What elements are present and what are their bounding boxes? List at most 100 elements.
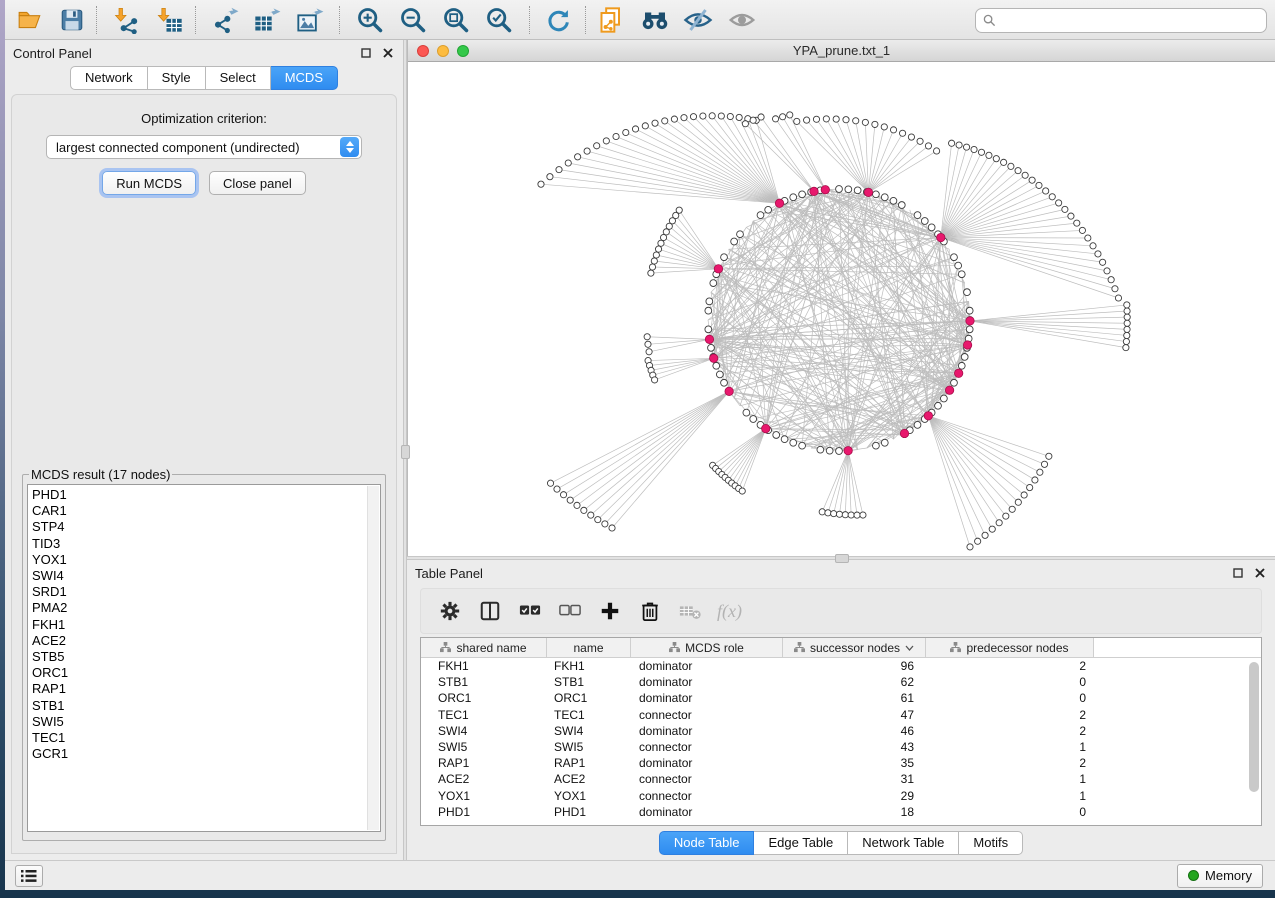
tab-edge-table[interactable]: Edge Table (754, 831, 848, 855)
result-list-scrollbar[interactable] (367, 486, 379, 830)
mcds-result-item[interactable]: FKH1 (32, 617, 380, 633)
graph-node[interactable] (825, 510, 831, 516)
graph-hub-node[interactable] (821, 186, 829, 194)
table-cell[interactable]: ORC1 (421, 691, 547, 705)
graph-node[interactable] (1090, 243, 1096, 249)
graph-node[interactable] (1015, 168, 1021, 174)
table-cell[interactable]: 18 (783, 805, 926, 819)
graph-node[interactable] (773, 432, 780, 439)
graph-node[interactable] (1104, 268, 1110, 274)
graph-node[interactable] (658, 240, 664, 246)
delete-column-button[interactable] (637, 598, 663, 624)
graph-node[interactable] (1056, 200, 1062, 206)
graph-node[interactable] (951, 379, 958, 386)
graph-node[interactable] (1029, 177, 1035, 183)
graph-node[interactable] (538, 181, 544, 187)
table-cell[interactable]: 46 (783, 724, 926, 738)
table-row[interactable]: RAP1RAP1dominator352 (421, 755, 1261, 771)
graph-hub-node[interactable] (945, 386, 953, 394)
graph-node[interactable] (1036, 182, 1042, 188)
show-all-button[interactable] (640, 5, 670, 35)
graph-node[interactable] (986, 152, 992, 158)
graph-node[interactable] (1003, 513, 1009, 519)
graph-node[interactable] (595, 517, 601, 523)
mcds-result-item[interactable]: ORC1 (32, 665, 380, 681)
graph-node[interactable] (588, 512, 594, 518)
graph-node[interactable] (890, 197, 897, 204)
graph-node[interactable] (671, 116, 677, 122)
graph-node[interactable] (823, 116, 829, 122)
vertical-splitter-grip[interactable] (401, 445, 410, 459)
table-cell[interactable]: 0 (926, 675, 1094, 689)
table-cell[interactable]: STB1 (547, 675, 631, 689)
graph-node[interactable] (743, 409, 750, 416)
mcds-result-list[interactable]: PHD1CAR1STP4TID3YOX1SWI4SRD1PMA2FKH1ACE2… (27, 484, 381, 832)
select-all-columns-button[interactable] (517, 598, 543, 624)
zoom-selected-button[interactable] (484, 5, 514, 35)
network-window-titlebar[interactable]: YPA_prune.txt_1 (408, 40, 1275, 62)
graph-node[interactable] (602, 521, 608, 527)
table-cell[interactable]: 62 (783, 675, 926, 689)
graph-node[interactable] (718, 113, 724, 119)
close-panel-button[interactable]: Close panel (209, 171, 306, 195)
table-row[interactable]: ORC1ORC1dominator610 (421, 690, 1261, 706)
float-panel-icon[interactable] (359, 46, 373, 60)
graph-node[interactable] (706, 298, 713, 305)
graph-node[interactable] (853, 118, 859, 124)
table-cell[interactable]: PHD1 (547, 805, 631, 819)
graph-node[interactable] (854, 187, 861, 194)
table-cell[interactable]: dominator (631, 756, 783, 770)
tab-node-table[interactable]: Node Table (659, 831, 755, 855)
memory-button[interactable]: Memory (1177, 864, 1263, 888)
graph-node[interactable] (940, 395, 947, 402)
table-cell[interactable]: RAP1 (547, 756, 631, 770)
mcds-result-item[interactable]: GCR1 (32, 746, 380, 762)
table-cell[interactable]: connector (631, 708, 783, 722)
delete-table-button[interactable] (677, 598, 703, 624)
save-session-button[interactable] (57, 5, 87, 35)
graph-hub-node[interactable] (775, 199, 783, 207)
graph-hub-node[interactable] (864, 188, 872, 196)
table-cell[interactable]: dominator (631, 659, 783, 673)
table-row[interactable]: YOX1YOX1connector291 (421, 788, 1261, 804)
graph-hub-node[interactable] (710, 354, 718, 362)
graph-node[interactable] (1049, 194, 1055, 200)
graph-node[interactable] (581, 507, 587, 513)
graph-node[interactable] (996, 520, 1002, 526)
graph-node[interactable] (890, 127, 896, 133)
table-cell[interactable]: 1 (926, 772, 1094, 786)
column-header-mcds-role[interactable]: MCDS role (631, 638, 783, 658)
graph-node[interactable] (1085, 235, 1091, 241)
table-row[interactable]: PHD1PHD1dominator180 (421, 804, 1261, 820)
open-session-button[interactable] (15, 5, 45, 35)
table-cell[interactable]: SWI4 (547, 724, 631, 738)
graph-node[interactable] (645, 341, 651, 347)
tab-motifs[interactable]: Motifs (959, 831, 1023, 855)
graph-node[interactable] (1009, 506, 1015, 512)
table-cell[interactable]: 0 (926, 805, 1094, 819)
graph-node[interactable] (648, 270, 654, 276)
mcds-result-item[interactable]: YOX1 (32, 552, 380, 568)
table-cell[interactable]: connector (631, 740, 783, 754)
close-table-panel-icon[interactable] (1253, 566, 1267, 580)
table-row[interactable]: SWI5SWI5connector431 (421, 739, 1261, 755)
graph-node[interactable] (710, 280, 717, 287)
graph-node[interactable] (1124, 302, 1130, 308)
function-builder-button[interactable]: f(x) (717, 601, 742, 622)
mcds-result-item[interactable]: CAR1 (32, 503, 380, 519)
table-cell[interactable]: RAP1 (421, 756, 547, 770)
table-cell[interactable]: 1 (926, 740, 1094, 754)
table-cell[interactable]: FKH1 (547, 659, 631, 673)
graph-node[interactable] (565, 160, 571, 166)
mcds-result-item[interactable]: SRD1 (32, 584, 380, 600)
graph-node[interactable] (560, 492, 566, 498)
table-cell[interactable]: 43 (783, 740, 926, 754)
network-canvas[interactable] (408, 62, 1275, 556)
graph-node[interactable] (963, 144, 969, 150)
graph-node[interactable] (742, 121, 748, 127)
graph-node[interactable] (1068, 213, 1074, 219)
mcds-result-item[interactable]: SWI4 (32, 568, 380, 584)
table-cell[interactable]: 2 (926, 724, 1094, 738)
graph-node[interactable] (881, 439, 888, 446)
graph-node[interactable] (1095, 251, 1101, 257)
